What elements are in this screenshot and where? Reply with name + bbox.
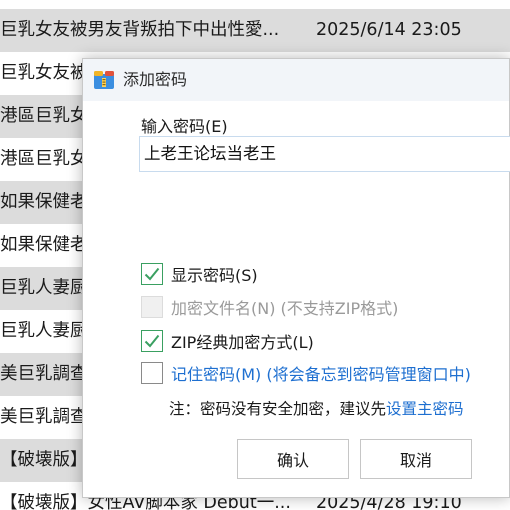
show-password-option[interactable]: 显示密码(S) <box>141 262 258 286</box>
zip-classic-option[interactable]: ZIP经典加密方式(L) <box>141 329 314 353</box>
remember-password-label: 记住密码(M) (将会备忘到密码管理窗口中) <box>171 365 471 384</box>
dialog-title: 添加密码 <box>123 70 188 89</box>
file-date: 2025/6/14 23:05 <box>316 20 462 40</box>
cancel-button[interactable]: 取消 <box>360 439 472 479</box>
remember-password-checkbox[interactable] <box>141 362 163 384</box>
file-row[interactable]: 巨乳女友被男友背叛拍下中出性愛... 2025/6/14 23:05 <box>0 9 510 52</box>
encrypt-filenames-label: 加密文件名(N) (不支持ZIP格式) <box>171 299 399 318</box>
note-text: 注：密码没有安全加密，建议先 <box>169 400 387 418</box>
password-input[interactable]: 上老王论坛当老王 <box>139 136 510 172</box>
dialog-titlebar[interactable]: 添加密码 <box>83 59 509 101</box>
checkmark-icon <box>144 334 160 348</box>
set-master-password-link[interactable]: 设置主密码 <box>386 400 464 418</box>
password-label: 输入密码(E) <box>141 117 228 136</box>
show-password-label: 显示密码(S) <box>171 266 258 285</box>
security-note: 注：密码没有安全加密，建议先设置主密码 <box>169 397 464 419</box>
encrypt-filenames-option: 加密文件名(N) (不支持ZIP格式) <box>141 295 398 319</box>
show-password-checkbox[interactable] <box>141 263 163 285</box>
file-name: 巨乳女友被男友背叛拍下中出性愛... <box>0 20 280 40</box>
zip-classic-checkbox[interactable] <box>141 330 163 352</box>
archive-icon <box>93 70 115 90</box>
encrypt-filenames-checkbox <box>141 296 163 318</box>
zip-classic-label: ZIP经典加密方式(L) <box>171 333 314 352</box>
checkmark-icon <box>144 267 160 281</box>
remember-password-option[interactable]: 记住密码(M) (将会备忘到密码管理窗口中) <box>141 361 471 385</box>
ok-button[interactable]: 确认 <box>237 439 349 479</box>
add-password-dialog: 添加密码 输入密码(E) 上老王论坛当老王 显示密码(S) 加密文件名(N) (… <box>82 58 510 498</box>
